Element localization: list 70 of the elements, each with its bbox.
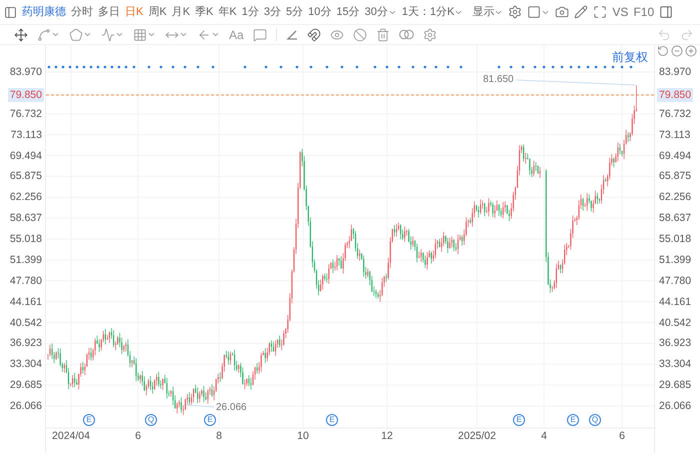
period-tab[interactable]: 30分 <box>364 4 397 20</box>
axis-label: 69.494 <box>658 148 692 163</box>
axis-label: 10 <box>297 429 309 444</box>
axis-label: 79.850 <box>8 88 44 102</box>
axis-label: 26.066 <box>8 399 43 413</box>
period-tab[interactable]: 月K <box>172 4 190 20</box>
axis-label: 65.875 <box>8 169 43 184</box>
axis-label: 2024/04 <box>52 429 90 444</box>
period-tab[interactable]: 1分 <box>242 4 259 20</box>
compare-button[interactable]: VS <box>612 3 628 21</box>
axis-label: 2025/02 <box>458 429 496 444</box>
event-marker[interactable]: Q <box>589 414 601 426</box>
axis-label: 62.256 <box>658 190 692 204</box>
axis-label: 12 <box>381 429 393 444</box>
event-marker[interactable]: Q <box>145 414 157 426</box>
axis-label: 73.113 <box>10 128 43 142</box>
high-price-label: 81.650 <box>483 73 514 87</box>
axis-label: 40.542 <box>8 316 43 330</box>
period-tab[interactable]: 15分 <box>336 4 360 20</box>
event-marker[interactable]: E <box>83 414 95 426</box>
stock-name[interactable]: 药明康德 <box>22 4 66 20</box>
axis-label: 36.923 <box>658 336 692 350</box>
axis-label: 33.304 <box>8 357 43 372</box>
event-marker[interactable]: E <box>204 414 216 426</box>
period-tab[interactable]: 年K <box>218 4 237 20</box>
period-tab[interactable]: 分时 <box>71 4 93 20</box>
f10-button[interactable]: F10 <box>633 3 654 21</box>
axis-label: 65.875 <box>658 169 692 184</box>
axis-label: 55.018 <box>8 232 43 246</box>
axis-label: 58.637 <box>8 211 43 226</box>
axis-label: 26.066 <box>658 399 692 413</box>
axis-label: 83.970 <box>658 65 692 79</box>
axis-label: 40.542 <box>658 316 692 330</box>
axis-label: 36.923 <box>8 336 43 350</box>
display-menu[interactable]: 显示 <box>472 4 504 20</box>
axis-label: 73.113 <box>658 128 692 142</box>
axis-label: 69.494 <box>8 148 43 163</box>
axis-label: 6 <box>619 429 625 444</box>
period-tab[interactable]: 季K <box>195 4 214 20</box>
period-tab[interactable]: 5分 <box>286 4 304 20</box>
period-tab[interactable]: 周K <box>148 4 167 20</box>
range-select[interactable]: 1天：1分K <box>402 4 464 20</box>
axis-label: 83.970 <box>8 65 43 79</box>
axis-label: 62.256 <box>8 190 43 204</box>
axis-label: 29.685 <box>8 378 43 392</box>
axis-label: 58.637 <box>658 211 692 226</box>
axis-label: 51.399 <box>658 252 692 267</box>
axis-label: 51.399 <box>8 252 43 267</box>
adjust-mode-label[interactable]: 前复权 <box>612 48 648 66</box>
period-tab[interactable]: 日K <box>125 4 144 20</box>
low-price-label: 26.066 <box>216 401 247 415</box>
event-marker[interactable]: E <box>326 414 338 426</box>
axis-label: 29.685 <box>658 378 692 392</box>
axis-label: 76.732 <box>658 106 692 121</box>
axis-label: 79.850 <box>657 88 694 102</box>
period-tab[interactable]: 多日 <box>98 4 120 20</box>
event-marker[interactable]: E <box>513 414 525 426</box>
axis-label: 8 <box>216 429 222 444</box>
axis-label: 4 <box>541 429 547 444</box>
axis-label: 47.780 <box>658 274 692 288</box>
axis-label: 44.161 <box>8 294 43 309</box>
axis-label: 76.732 <box>8 106 43 121</box>
axis-label: 47.780 <box>8 274 43 288</box>
axis-label: 33.304 <box>658 357 692 372</box>
period-tab[interactable]: 3分 <box>264 4 281 20</box>
event-marker[interactable]: E <box>567 414 579 426</box>
axis-label: 55.018 <box>658 232 692 246</box>
axis-label: 6 <box>135 429 141 444</box>
period-tab[interactable]: 10分 <box>308 4 332 20</box>
axis-label: 44.161 <box>658 294 692 309</box>
